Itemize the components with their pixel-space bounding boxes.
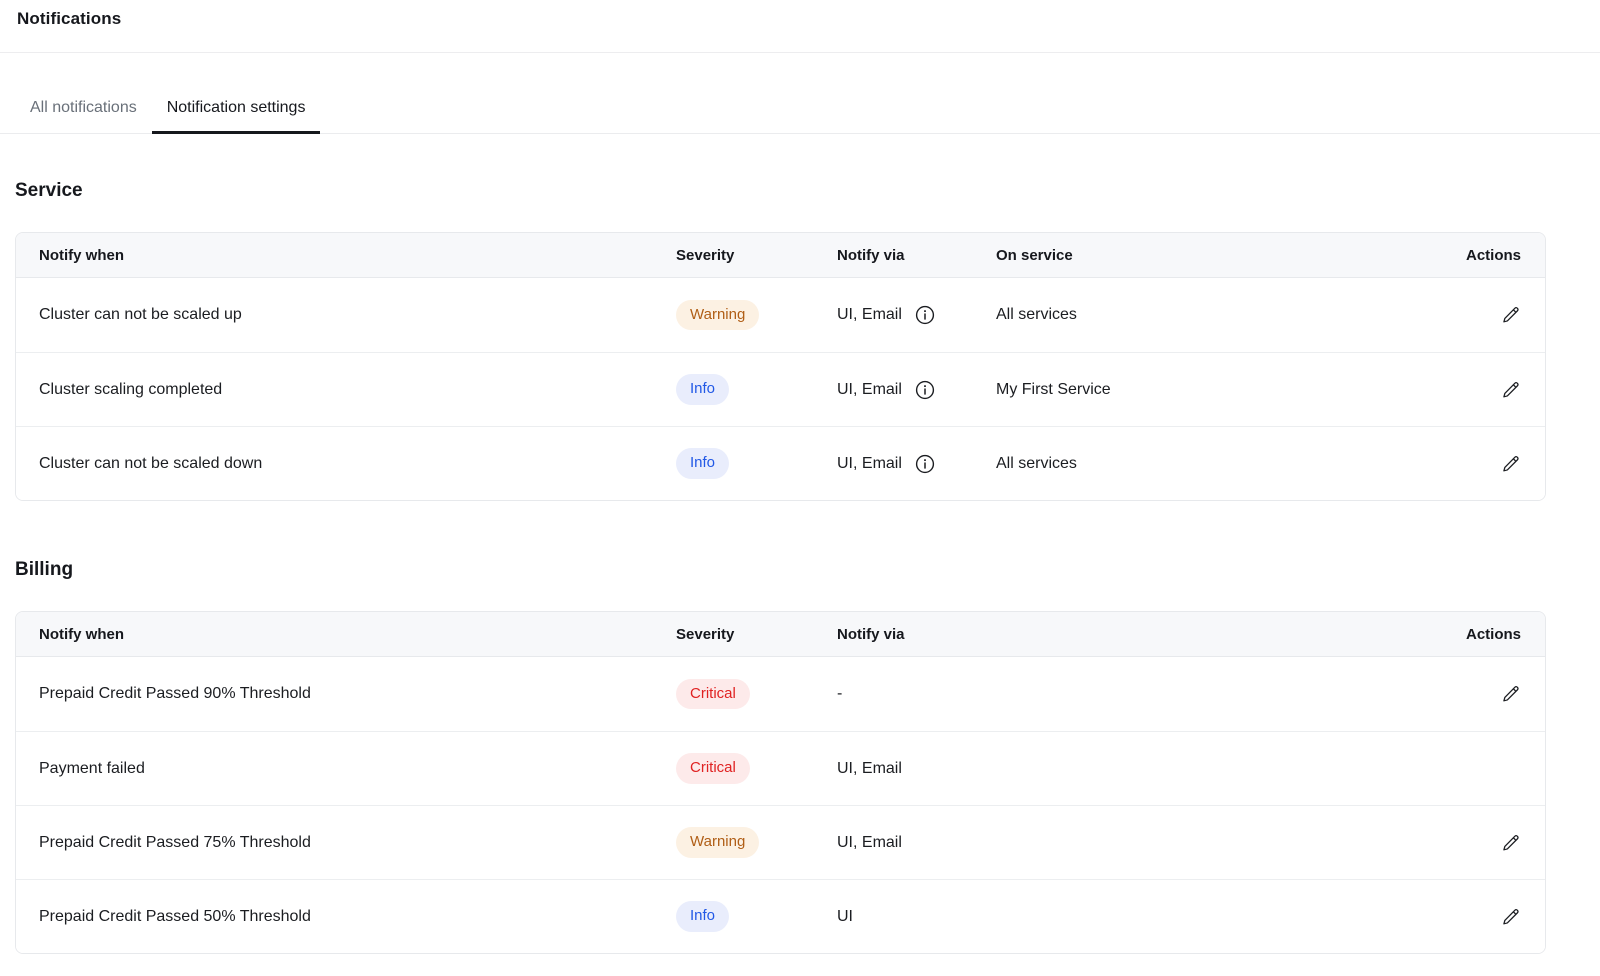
notify-via-cell: UI, Email	[837, 380, 996, 400]
notify-when-cell: Payment failed	[16, 760, 676, 778]
column-header-on-service: On service	[996, 247, 1465, 264]
notify-via-cell: UI, Email	[837, 305, 996, 325]
actions-cell	[1465, 452, 1545, 476]
notify-via-cell: -	[837, 685, 1465, 703]
severity-badge-critical: Critical	[676, 753, 750, 784]
on-service-cell: All services	[996, 306, 1465, 324]
notify-via-cell: UI	[837, 908, 1465, 926]
page-header: Notifications	[0, 0, 1600, 53]
notify-via-cell: UI, Email	[837, 454, 996, 474]
edit-notification-button[interactable]	[1499, 452, 1523, 476]
table-row: Prepaid Credit Passed 50% ThresholdInfo U…	[16, 879, 1545, 953]
billing-table: Notify whenSeverityNotify viaActionsPrep…	[15, 611, 1546, 954]
notify-via-value: UI	[837, 908, 853, 926]
severity-cell: Critical	[676, 679, 837, 710]
table-row: Prepaid Credit Passed 75% ThresholdWarni…	[16, 805, 1545, 879]
table-row: Cluster can not be scaled upWarning UI, E…	[16, 278, 1545, 352]
actions-cell	[1465, 831, 1545, 855]
pencil-icon	[1501, 454, 1521, 474]
info-icon[interactable]	[915, 380, 935, 400]
column-header-actions: Actions	[1465, 233, 1545, 278]
severity-cell: Warning	[676, 827, 837, 858]
notify-via-cell: UI, Email	[837, 834, 1465, 852]
pencil-icon	[1501, 833, 1521, 853]
content: ServiceNotify whenSeverityNotify viaOn s…	[0, 180, 1600, 954]
actions-cell	[1465, 905, 1545, 929]
pencil-icon	[1501, 684, 1521, 704]
severity-badge-warning: Warning	[676, 827, 759, 858]
actions-cell	[1465, 378, 1545, 402]
edit-notification-button[interactable]	[1499, 303, 1523, 327]
notify-when-cell: Prepaid Credit Passed 50% Threshold	[16, 908, 676, 926]
column-header-actions: Actions	[1465, 612, 1545, 657]
notify-via-value: UI, Email	[837, 834, 902, 852]
tabs-bar: All notifications Notification settings	[0, 99, 1600, 134]
severity-cell: Info	[676, 901, 837, 932]
notify-when-cell: Cluster scaling completed	[16, 381, 676, 399]
table-header-row: Notify whenSeverityNotify viaActions	[16, 612, 1545, 657]
notify-when-cell: Cluster can not be scaled up	[16, 306, 676, 324]
table-header-row: Notify whenSeverityNotify viaOn serviceA…	[16, 233, 1545, 278]
edit-notification-button[interactable]	[1499, 682, 1523, 706]
on-service-cell: My First Service	[996, 381, 1465, 399]
notify-via-value: UI, Email	[837, 306, 902, 324]
tab-notification-settings[interactable]: Notification settings	[152, 99, 321, 133]
pencil-icon	[1501, 305, 1521, 325]
info-icon[interactable]	[915, 305, 935, 325]
notify-via-value: UI, Email	[837, 381, 902, 399]
notify-when-cell: Prepaid Credit Passed 90% Threshold	[16, 685, 676, 703]
notify-when-cell: Prepaid Credit Passed 75% Threshold	[16, 834, 676, 852]
severity-cell: Critical	[676, 753, 837, 784]
edit-notification-button[interactable]	[1499, 905, 1523, 929]
page-title: Notifications	[17, 9, 1600, 29]
column-header-notify-when: Notify when	[16, 626, 676, 643]
severity-badge-warning: Warning	[676, 300, 759, 331]
pencil-icon	[1501, 380, 1521, 400]
tab-all-notifications[interactable]: All notifications	[15, 99, 152, 133]
notify-via-cell: UI, Email	[837, 760, 1465, 778]
pencil-icon	[1501, 907, 1521, 927]
severity-cell: Info	[676, 448, 837, 479]
column-header-notify-via: Notify via	[837, 626, 1465, 643]
edit-notification-button[interactable]	[1499, 831, 1523, 855]
notify-via-value: UI, Email	[837, 455, 902, 473]
section-billing: Billing Notify whenSeverityNotify viaActi…	[15, 559, 1546, 954]
table-row: Payment failedCritical UI, Email	[16, 731, 1545, 805]
column-header-severity: Severity	[676, 247, 837, 264]
column-header-severity: Severity	[676, 626, 837, 643]
service-table: Notify whenSeverityNotify viaOn serviceA…	[15, 232, 1546, 501]
column-header-notify-when: Notify when	[16, 247, 676, 264]
severity-badge-info: Info	[676, 448, 729, 479]
edit-notification-button[interactable]	[1499, 378, 1523, 402]
notify-via-value: -	[837, 685, 842, 703]
severity-badge-info: Info	[676, 901, 729, 932]
severity-badge-critical: Critical	[676, 679, 750, 710]
column-header-notify-via: Notify via	[837, 247, 996, 264]
severity-badge-info: Info	[676, 374, 729, 405]
info-icon[interactable]	[915, 454, 935, 474]
table-row: Cluster can not be scaled downInfo UI, Em…	[16, 426, 1545, 500]
on-service-cell: All services	[996, 455, 1465, 473]
section-service: Service Notify whenSeverityNotify viaOn s…	[15, 180, 1546, 501]
section-title-billing: Billing	[15, 559, 1546, 581]
table-row: Cluster scaling completedInfo UI, Email My…	[16, 352, 1545, 426]
actions-cell	[1465, 682, 1545, 706]
notify-via-value: UI, Email	[837, 760, 902, 778]
severity-cell: Warning	[676, 300, 837, 331]
table-row: Prepaid Credit Passed 90% ThresholdCriti…	[16, 657, 1545, 731]
section-title-service: Service	[15, 180, 1546, 202]
actions-cell	[1465, 303, 1545, 327]
severity-cell: Info	[676, 374, 837, 405]
notify-when-cell: Cluster can not be scaled down	[16, 455, 676, 473]
